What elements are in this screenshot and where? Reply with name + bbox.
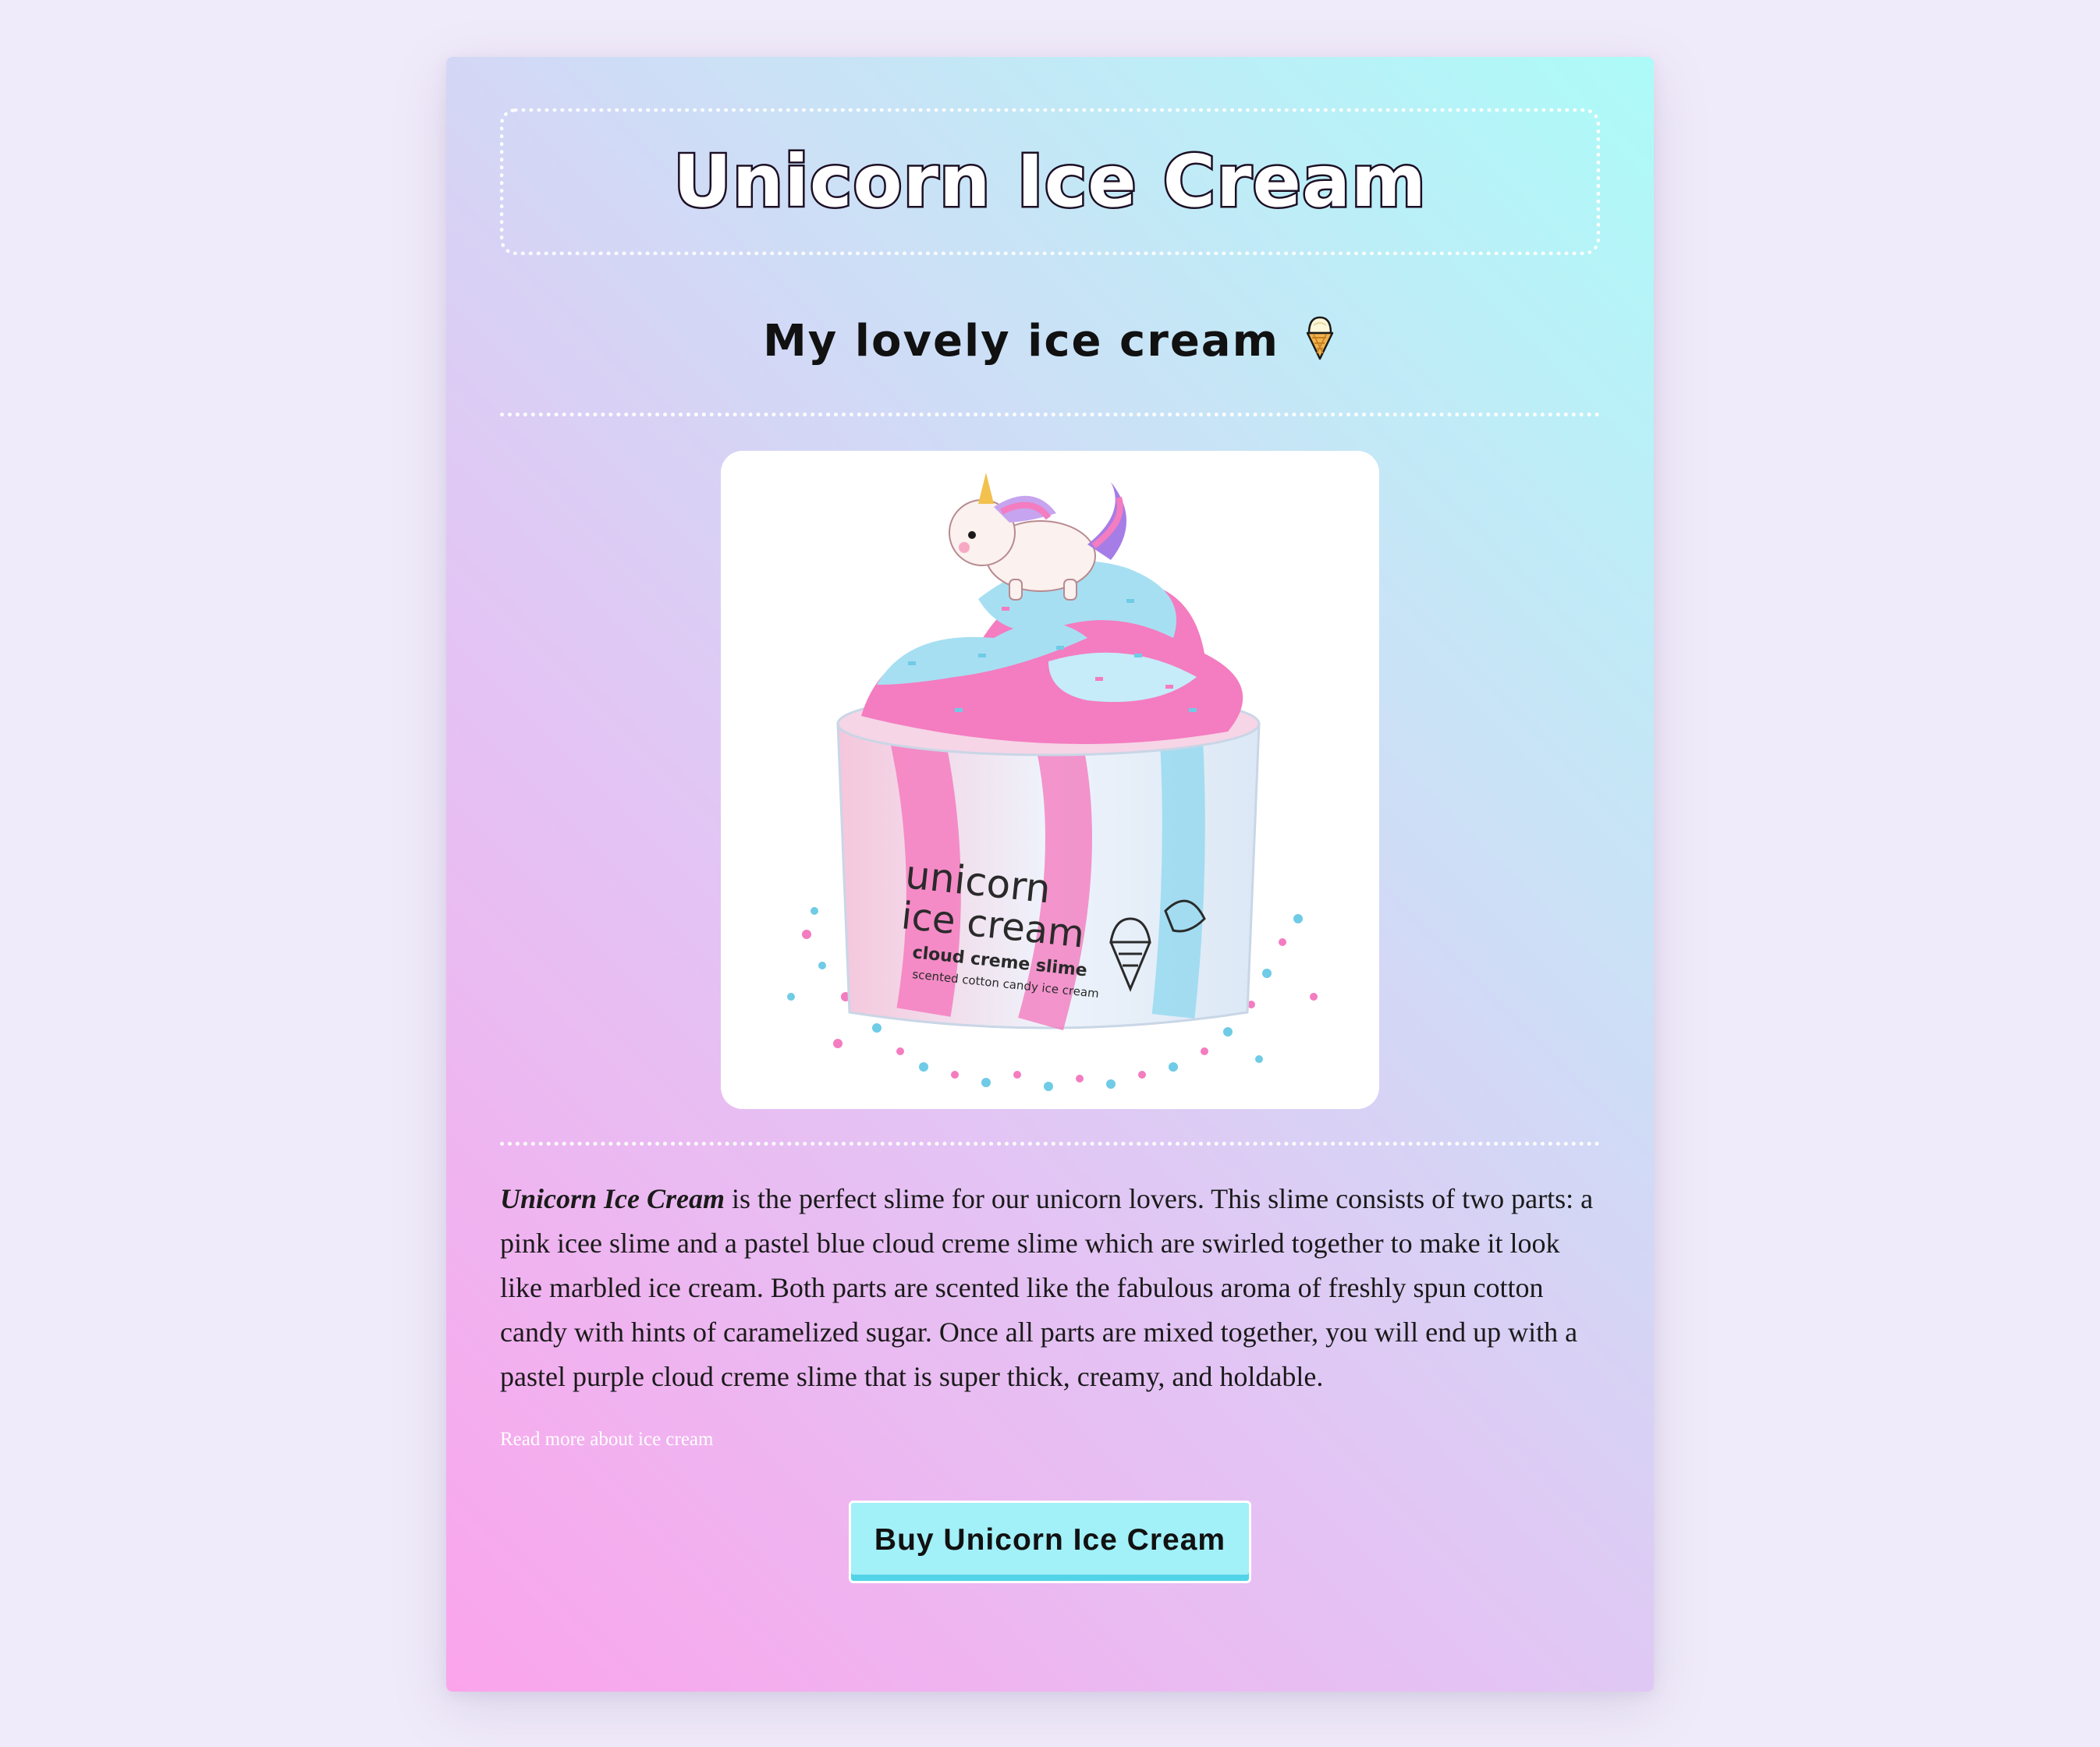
buy-button[interactable]: Buy Unicorn Ice Cream: [848, 1501, 1252, 1583]
page-title: Unicorn Ice Cream: [672, 140, 1428, 223]
subtitle-heading: My lovely ice cream: [500, 314, 1600, 369]
product-description: Unicorn Ice Cream is the perfect slime f…: [500, 1177, 1600, 1399]
title-banner: Unicorn Ice Cream: [500, 108, 1600, 255]
read-more-link[interactable]: Read more about ice cream: [500, 1429, 1600, 1451]
cta-row: Buy Unicorn Ice Cream: [500, 1501, 1600, 1583]
product-name-emphasis: Unicorn Ice Cream: [500, 1183, 725, 1214]
subtitle-text: My lovely ice cream: [763, 316, 1279, 367]
divider-bottom: [500, 1142, 1600, 1146]
product-card: Unicorn Ice Cream My lovely ice cream un…: [446, 57, 1654, 1692]
divider-top: [500, 413, 1600, 416]
description-body: is the perfect slime for our unicorn lov…: [500, 1183, 1594, 1392]
ice-cream-cone-icon: [1303, 314, 1337, 369]
product-photo: unicorn ice cream cloud creme slime scen…: [721, 451, 1379, 1109]
